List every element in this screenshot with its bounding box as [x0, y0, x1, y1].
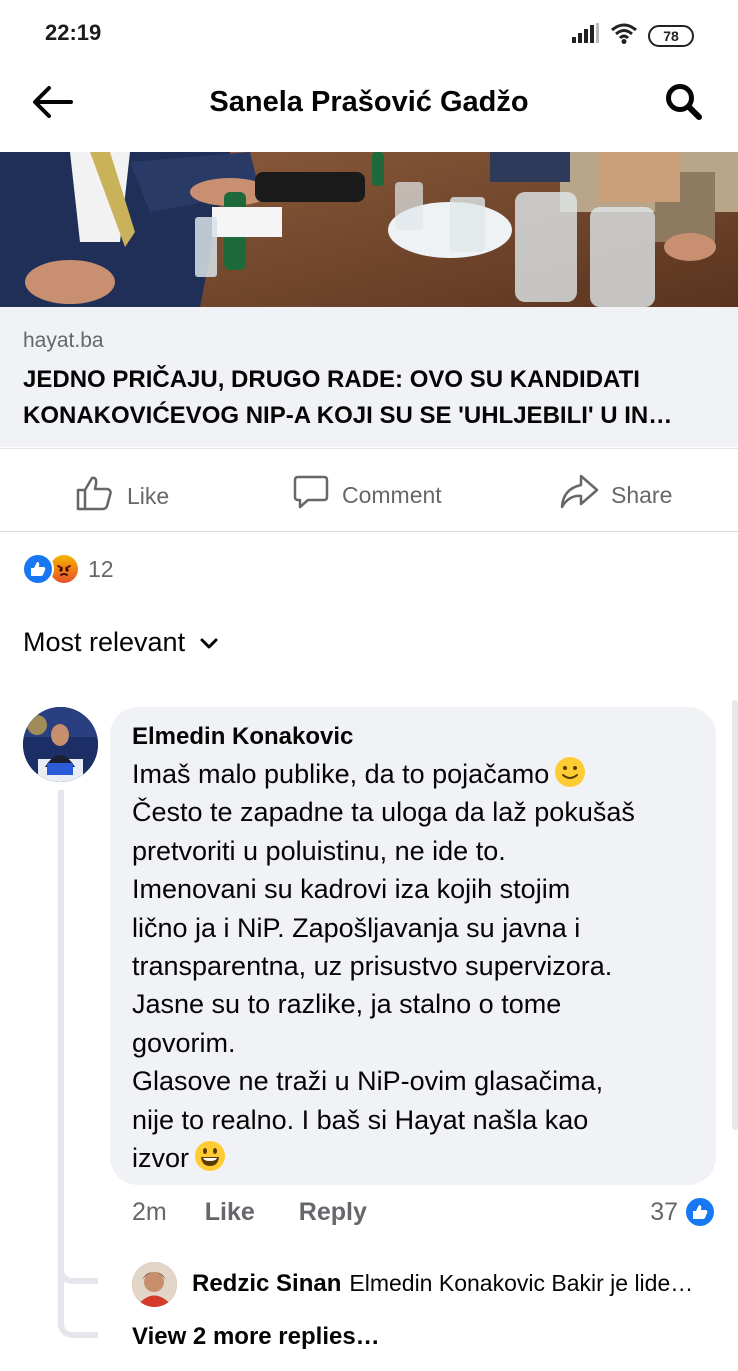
- comment-line: pretvoriti u poluistinu, ne ide to.: [132, 835, 506, 866]
- page-title: Sanela Prašović Gadžo: [209, 86, 529, 118]
- like-label: Like: [127, 482, 170, 509]
- comment-reaction-count: 37: [650, 1197, 678, 1226]
- top-app-bar: Sanela Prašović Gadžo: [0, 66, 738, 144]
- comment-line: Glasove ne traži u NiP-ovim glasačima,: [132, 1066, 604, 1097]
- comment-line: izvor: [132, 1139, 702, 1177]
- comment-sort-dropdown[interactable]: Most relevant: [23, 627, 219, 658]
- comment-meta: 2m Like Reply: [132, 1198, 367, 1227]
- search-button[interactable]: [660, 82, 708, 126]
- comment-author[interactable]: Elmedin Konakovic: [132, 723, 353, 751]
- reply-preview[interactable]: Redzic Sinan Elmedin Konakovic Bakir je l…: [192, 1270, 717, 1298]
- reply-avatar[interactable]: [132, 1262, 177, 1307]
- comment-reply-button[interactable]: Reply: [299, 1198, 367, 1227]
- share-button[interactable]: Share: [559, 473, 672, 517]
- comment-reaction-summary[interactable]: 37: [650, 1196, 716, 1228]
- link-title-line: KONAKOVIĆEVOG NIP-A KOJI SU SE 'UHLJEBIL…: [23, 402, 673, 429]
- comment-line: Imaš malo publike, da to pojačamo: [132, 755, 702, 793]
- comment-text: Imaš malo publike, da to pojačamo Često …: [132, 755, 702, 1177]
- reply-text: Elmedin Konakovic Bakir je lide…: [349, 1270, 694, 1296]
- scrollbar[interactable]: [732, 700, 738, 1130]
- status-time: 22:19: [45, 20, 102, 45]
- link-title: JEDNO PRIČAJU, DRUGO RADE: OVO SU KANDID…: [23, 362, 723, 434]
- share-arrow-icon: [559, 473, 599, 517]
- grinning-face-icon: [193, 1139, 227, 1173]
- link-preview-meta[interactable]: hayat.ba JEDNO PRIČAJU, DRUGO RADE: OVO …: [0, 307, 738, 447]
- link-preview-image[interactable]: [0, 152, 738, 307]
- comment-line: Često te zapadne ta uloga da laž pokušaš: [132, 797, 635, 828]
- avatar[interactable]: [23, 707, 98, 782]
- search-icon: [664, 82, 704, 127]
- status-bar: 22:19 78: [0, 0, 738, 66]
- comment-line: Jasne su to razlike, ja stalno o tome: [132, 989, 562, 1020]
- comment-like-button[interactable]: Like: [205, 1198, 255, 1227]
- reaction-count: 12: [88, 555, 114, 582]
- chevron-down-icon: [199, 627, 219, 658]
- reactions-summary[interactable]: 12: [22, 553, 114, 585]
- comment-line: nije to realno. I baš si Hayat našla kao: [132, 1104, 589, 1135]
- like-reaction-icon: [684, 1196, 716, 1228]
- battery-icon: 78: [648, 24, 694, 47]
- link-domain: hayat.ba: [23, 329, 104, 352]
- signal-icon: [572, 23, 600, 48]
- comment-line: govorim.: [132, 1027, 236, 1058]
- comment-line: transparentna, uz prisustvo supervizora.: [132, 951, 613, 982]
- thread-elbow: [58, 1316, 98, 1338]
- comment-line: lično ja i NiP. Zapošljavanja su javna i: [132, 912, 581, 943]
- thumbs-up-icon: [75, 473, 115, 519]
- reply-author[interactable]: Redzic Sinan: [192, 1270, 341, 1297]
- wifi-icon: [610, 22, 638, 49]
- comment-label: Comment: [342, 481, 442, 508]
- slightly-smiling-face-icon: [553, 755, 587, 789]
- like-reaction-icon: [22, 553, 54, 585]
- view-more-replies-button[interactable]: View 2 more replies…: [132, 1323, 380, 1351]
- like-button[interactable]: Like: [75, 473, 169, 519]
- comment-line: Imenovani su kadrovi iza kojih stojim: [132, 874, 571, 905]
- status-icons: 78: [572, 22, 694, 49]
- link-title-line: JEDNO PRIČAJU, DRUGO RADE: OVO SU KANDID…: [23, 366, 640, 393]
- post-action-bar: Like Comment Share: [0, 448, 738, 532]
- speech-bubble-icon: [292, 473, 330, 517]
- comment-button[interactable]: Comment: [292, 473, 442, 517]
- comment-bubble[interactable]: Elmedin Konakovic Imaš malo publike, da …: [110, 707, 716, 1185]
- thread-elbow: [58, 1262, 98, 1284]
- sort-label: Most relevant: [23, 627, 186, 657]
- share-label: Share: [611, 481, 673, 508]
- comment-time: 2m: [132, 1198, 167, 1226]
